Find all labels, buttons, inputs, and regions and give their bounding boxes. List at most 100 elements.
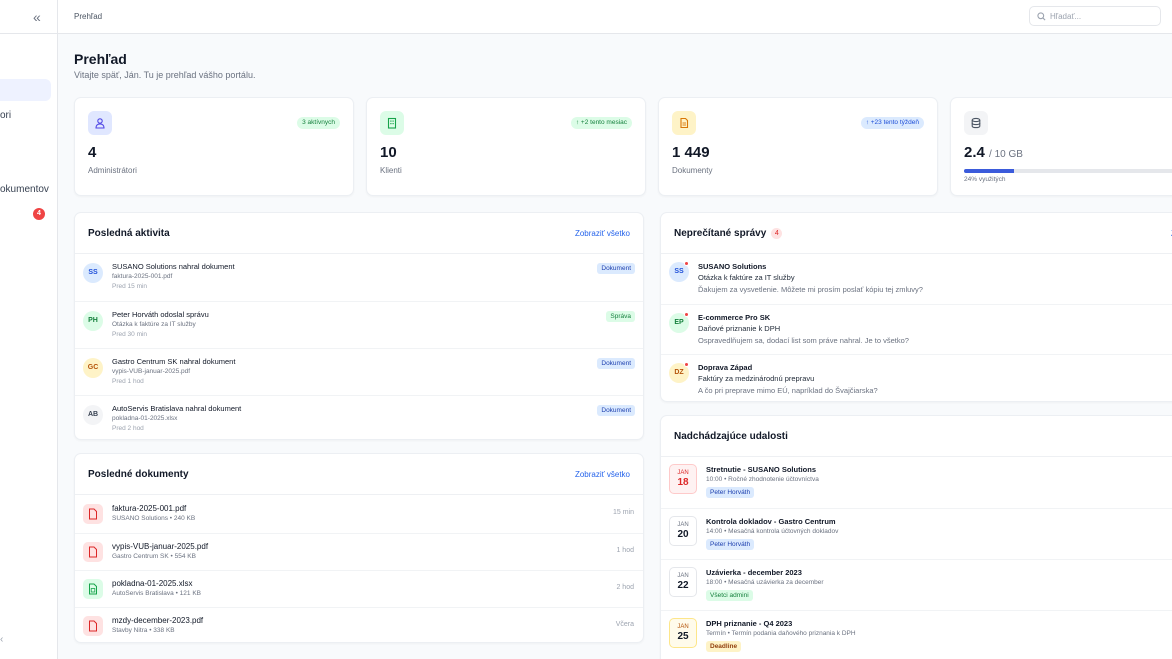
event-row[interactable]: JAN 18 Stretnutie - SUSANO Solutions 10:… <box>661 457 1172 508</box>
stat-value: 1 449 <box>672 144 710 161</box>
activity-time: Pred 1 hod <box>112 378 144 385</box>
spreadsheet-file-icon <box>83 579 103 599</box>
stat-value: 2.4 / 10 GB <box>964 144 1023 161</box>
message-preview: Ďakujem za vysvetlenie. Môžete mi prosím… <box>698 285 923 294</box>
event-tag: Peter Horváth <box>706 539 755 550</box>
event-row[interactable]: JAN 25 DPH priznanie - Q4 2023 Termín • … <box>661 610 1172 659</box>
activity-tag: Dokument <box>597 263 635 274</box>
activity-actor: Gastro Centrum SK <box>112 357 178 366</box>
activity-tag: Dokument <box>597 358 635 369</box>
sidebar-item-documents[interactable]: okumentov <box>0 184 49 195</box>
panel-title: Posledné dokumenty <box>88 469 189 480</box>
search-icon <box>1037 12 1046 21</box>
document-time: 1 hod <box>616 547 634 554</box>
panel-title: Posledná aktivita <box>88 228 170 239</box>
message-sender: Doprava Západ <box>698 363 753 372</box>
activity-detail: faktura-2025-001.pdf <box>112 273 173 280</box>
document-row[interactable]: pokladna-01-2025.xlsx AutoServis Bratisl… <box>75 570 643 607</box>
stat-label: Dokumenty <box>672 166 713 175</box>
event-row[interactable]: JAN 22 Uzávierka - december 2023 18:00 •… <box>661 559 1172 610</box>
sidebar-item-administrators[interactable]: ori <box>0 110 11 121</box>
avatar: GC <box>83 358 103 378</box>
view-all-link[interactable]: Zobraziť všetko <box>575 229 630 238</box>
activity-title: SUSANO Solutions nahral dokument <box>112 262 235 271</box>
recent-activity-panel: Posledná aktivita Zobraziť všetko SS SUS… <box>74 212 644 440</box>
stat-card-clients[interactable]: ↑ +2 tento mesiac 10 Klienti <box>366 97 646 196</box>
breadcrumb[interactable]: Prehľad <box>74 12 102 21</box>
message-row[interactable]: DZ Doprava Západ Faktúry za medzinárodnú… <box>661 354 1172 403</box>
storage-progress-fill <box>964 169 1015 173</box>
panel-title: Nadchádzajúce udalosti <box>674 431 788 442</box>
activity-title: Gastro Centrum SK nahral dokument <box>112 357 235 366</box>
message-row[interactable]: SS SUSANO Solutions Otázka k faktúre za … <box>661 254 1172 304</box>
event-title: Uzávierka - december 2023 <box>706 568 802 577</box>
page-title: Prehľad <box>74 51 127 67</box>
document-name: mzdy-december-2023.pdf <box>112 616 204 625</box>
activity-row[interactable]: PH Peter Horváth odoslal správu Otázka k… <box>75 301 643 348</box>
event-meta: Termín • Termín podania daňového priznan… <box>706 630 856 637</box>
status-badge: ↑ +2 tento mesiac <box>570 117 632 129</box>
document-row[interactable]: faktura-2025-001.pdf SUSANO Solutions • … <box>75 495 643 533</box>
stat-card-storage[interactable]: 2.4 / 10 GB 24% využitých <box>950 97 1172 196</box>
activity-row[interactable]: GC Gastro Centrum SK nahral dokument vyp… <box>75 348 643 395</box>
page-subtitle: Vitajte späť, Ján. Tu je prehľad vášho p… <box>74 70 256 80</box>
stat-label: Administrátori <box>88 166 137 175</box>
event-meta: 18:00 • Mesačná uzávierka za december <box>706 579 824 586</box>
search-input[interactable] <box>1050 10 1155 23</box>
activity-detail: pokladna-01-2025.xlsx <box>112 415 178 422</box>
event-tag: Všetci admini <box>706 590 753 601</box>
panel-title: Neprečítané správy 4 <box>674 228 783 239</box>
document-name: faktura-2025-001.pdf <box>112 504 187 513</box>
sidebar-divider <box>0 33 57 34</box>
search-box[interactable] <box>1029 6 1161 26</box>
sidebar-footer-icon[interactable]: ‹ <box>0 634 3 645</box>
pdf-file-icon <box>83 504 103 524</box>
panel-title-text: Neprečítané správy <box>674 228 767 239</box>
activity-time: Pred 15 min <box>112 283 148 290</box>
avatar: PH <box>83 311 103 331</box>
document-row[interactable]: mzdy-december-2023.pdf Stavby Nitra • 33… <box>75 607 643 644</box>
event-date: JAN 18 <box>669 464 697 494</box>
activity-detail: vypis-VUB-januar-2025.pdf <box>112 368 191 375</box>
document-meta: Stavby Nitra • 338 KB <box>112 627 175 634</box>
status-badge: ↑ +23 tento týždeň <box>860 117 924 129</box>
event-row[interactable]: JAN 20 Kontrola dokladov - Gastro Centru… <box>661 508 1172 559</box>
view-all-link[interactable]: Zobraziť všetko <box>575 470 630 479</box>
message-row[interactable]: EP E-commerce Pro SK Daňové priznanie k … <box>661 304 1172 354</box>
document-row[interactable]: vypis-VUB-januar-2025.pdf Gastro Centrum… <box>75 533 643 570</box>
collapse-sidebar-icon[interactable]: « <box>33 9 41 25</box>
stat-card-administrators[interactable]: 3 aktívnych 4 Administrátori <box>74 97 354 196</box>
database-icon <box>964 111 988 135</box>
users-icon <box>88 111 112 135</box>
unread-messages-panel: Neprečítané správy4 Zo SS SUSANO Solutio… <box>660 212 1172 402</box>
unread-dot <box>684 312 689 317</box>
event-date: JAN 20 <box>669 516 697 546</box>
stat-label: Klienti <box>380 166 402 175</box>
pdf-file-icon <box>83 542 103 562</box>
storage-progress-bar <box>964 169 1172 173</box>
sidebar-item-overview[interactable] <box>0 79 51 101</box>
event-day: 18 <box>677 477 689 488</box>
event-meta: 10:00 • Ročné zhodnotenie účtovníctva <box>706 476 819 483</box>
avatar: SS <box>83 263 103 283</box>
activity-time: Pred 30 min <box>112 331 148 338</box>
document-time: 2 hod <box>616 584 634 591</box>
activity-row[interactable]: SS SUSANO Solutions nahral dokument fakt… <box>75 254 643 301</box>
event-tag: Peter Horváth <box>706 487 755 498</box>
activity-action: nahral dokument <box>179 357 236 366</box>
activity-time: Pred 2 hod <box>112 425 144 432</box>
activity-action: odoslal správu <box>160 310 209 319</box>
event-day: 25 <box>677 631 689 642</box>
activity-actor: Peter Horváth <box>112 310 159 319</box>
upcoming-events-panel: Nadchádzajúce udalosti JAN 18 Stretnutie… <box>660 415 1172 659</box>
unread-count-badge: 4 <box>771 228 783 239</box>
unread-dot <box>684 362 689 367</box>
status-badge: 3 aktívnych <box>297 117 340 129</box>
activity-actor: SUSANO Solutions <box>112 262 177 271</box>
event-day: 22 <box>677 580 689 591</box>
stat-card-documents[interactable]: ↑ +23 tento týždeň 1 449 Dokumenty <box>658 97 938 196</box>
activity-row[interactable]: AB AutoServis Bratislava nahral dokument… <box>75 395 643 441</box>
message-sender: SUSANO Solutions <box>698 262 767 271</box>
event-month: JAN <box>677 624 689 630</box>
document-meta: SUSANO Solutions • 240 KB <box>112 515 196 522</box>
